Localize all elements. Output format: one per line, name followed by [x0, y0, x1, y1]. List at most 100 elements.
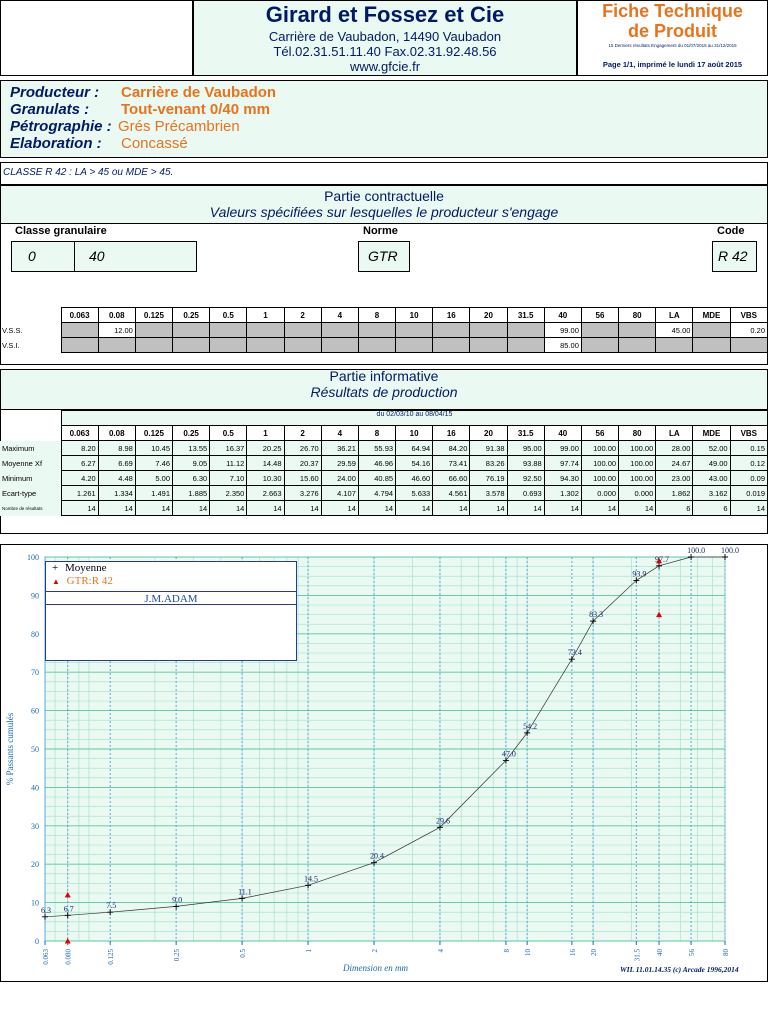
table-cell [60, 322, 99, 338]
table-row: Ecart-type 1.261 1.334 1.491 1.885 2.350 2.663… [0, 485, 768, 501]
table-cell [246, 337, 285, 353]
company-address: Carrière de Vaubadon, 14490 Vaubadon [268, 29, 502, 44]
table-cell: 14 [506, 500, 545, 516]
table-cell: 0.15 [729, 440, 768, 456]
petro-value: Grés Précambrien [118, 118, 240, 135]
data-label: 100.0 [687, 546, 705, 555]
table-cell [506, 322, 545, 338]
info-title-band: Partie informative Résultats de producti… [1, 368, 767, 410]
column-header: 31.5 [506, 307, 545, 323]
spec-table: 0.063 0.08 0.125 0.25 0.5 1 2 4 8 10 16 20 31.5 40 56 8… [0, 307, 768, 353]
norme-label: Norme [363, 225, 398, 237]
table-cell: 100.00 [580, 470, 620, 486]
company-phone: Tél.02.31.51.11.40 Fax.02.31.92.48.56 [273, 44, 497, 59]
data-label: 9.0 [172, 895, 182, 904]
data-label: 93.9 [632, 569, 646, 578]
table-cell: 1.334 [97, 485, 136, 501]
column-header: 8 [357, 425, 397, 441]
granulats-label: Granulats : [10, 101, 90, 118]
table-cell: 20.37 [283, 455, 322, 471]
x-tick-label: 4 [437, 949, 445, 953]
data-label: 7.5 [106, 901, 116, 910]
table-cell: 99.00 [543, 440, 582, 456]
petro-label: Pétrographie : [10, 118, 112, 135]
engagement-text: 15 Derniers résultats Engagement du 01/0… [608, 43, 737, 48]
period-band: du 02/03/10 au 08/04/15 [61, 410, 768, 426]
column-header: 8 [357, 307, 397, 323]
triangle-marker-icon: ▲ [52, 577, 60, 586]
y-tick-label: 60 [31, 707, 39, 716]
table-cell: 6.69 [97, 455, 136, 471]
table-cell: 4.48 [97, 470, 136, 486]
table-cell: 14 [134, 500, 174, 516]
row-label: Nombre de résultats [0, 500, 61, 516]
legend-box: + Moyenne ▲ GTR:R 42 J.M.ADAM [45, 561, 297, 661]
table-cell: 14 [60, 500, 99, 516]
header-spacer [0, 308, 61, 323]
table-cell [692, 337, 731, 353]
x-tick-label: 0.25 [173, 949, 181, 962]
data-label: 83.3 [589, 610, 603, 619]
table-cell: 5.633 [395, 485, 434, 501]
table-cell: 99.00 [543, 322, 582, 338]
table-cell: 95.00 [506, 440, 545, 456]
contract-title: Partie contractuelle [324, 188, 444, 204]
table-cell [320, 337, 359, 353]
table-cell: 8.98 [97, 440, 136, 456]
table-cell: 3.578 [469, 485, 508, 501]
table-cell: 13.55 [172, 440, 211, 456]
table-row: Moyenne Xf 6.27 6.69 7.46 9.05 11.12 14.48 20.3… [0, 455, 768, 471]
x-tick-label: 1 [305, 949, 313, 953]
column-header: 2 [283, 425, 322, 441]
table-cell: 0.000 [580, 485, 620, 501]
table-cell [134, 337, 174, 353]
table-cell: 91.38 [469, 440, 508, 456]
x-tick-label: 0.125 [107, 949, 115, 965]
table-cell: 1.302 [543, 485, 582, 501]
column-header: LA [655, 425, 694, 441]
table-cell: 2.663 [246, 485, 285, 501]
table-cell [432, 322, 471, 338]
table-cell: 14 [432, 500, 471, 516]
column-header: 0.25 [172, 307, 211, 323]
product-box: Producteur : Carrière de Vaubadon Granul… [0, 80, 768, 158]
table-cell: 0.693 [506, 485, 545, 501]
table-cell [357, 322, 397, 338]
table-cell: 100.00 [618, 440, 657, 456]
table-cell: 1.261 [60, 485, 99, 501]
table-cell: 0.20 [729, 322, 768, 338]
x-tick-label: 31.5 [633, 949, 641, 962]
doc-title-1: Fiche Technique [602, 1, 743, 21]
table-cell [283, 337, 322, 353]
table-cell: 0.09 [729, 470, 768, 486]
table-row: Nombre de résultats 14 14 14 14 14 14 14 14 14 14 1… [0, 500, 768, 516]
table-cell: 20.25 [246, 440, 285, 456]
table-cell: 14 [357, 500, 397, 516]
column-header: 16 [432, 307, 471, 323]
period-text: du 02/03/10 au 08/04/15 [376, 411, 453, 418]
table-cell: 54.16 [395, 455, 434, 471]
row-label: Ecart-type [0, 485, 61, 501]
table-cell [209, 322, 248, 338]
table-cell [618, 337, 657, 353]
table-cell: 15.60 [283, 470, 322, 486]
legend-operator: J.M.ADAM [46, 591, 296, 605]
table-cell: 11.12 [209, 455, 248, 471]
table-cell [357, 337, 397, 353]
page-info: Page 1/1, imprimé le lundi 17 août 2015 [602, 60, 743, 69]
table-cell: 0.019 [729, 485, 768, 501]
table-cell: 14 [283, 500, 322, 516]
table-row: Minimum 4.20 4.48 5.00 6.30 7.10 10.30 15.60 24.… [0, 470, 768, 486]
column-header: 0.5 [209, 307, 248, 323]
table-cell: 93.88 [506, 455, 545, 471]
column-header: 31.5 [506, 425, 545, 441]
code-field: R 42 [712, 241, 757, 272]
table-cell [506, 337, 545, 353]
table-cell [172, 322, 211, 338]
info-title: Partie informative [329, 368, 439, 384]
table-cell: 29.59 [320, 455, 359, 471]
table-cell [729, 337, 768, 353]
table-cell [469, 337, 508, 353]
company-website: www.gfcie.fr [349, 59, 421, 74]
table-cell: 4.561 [432, 485, 471, 501]
